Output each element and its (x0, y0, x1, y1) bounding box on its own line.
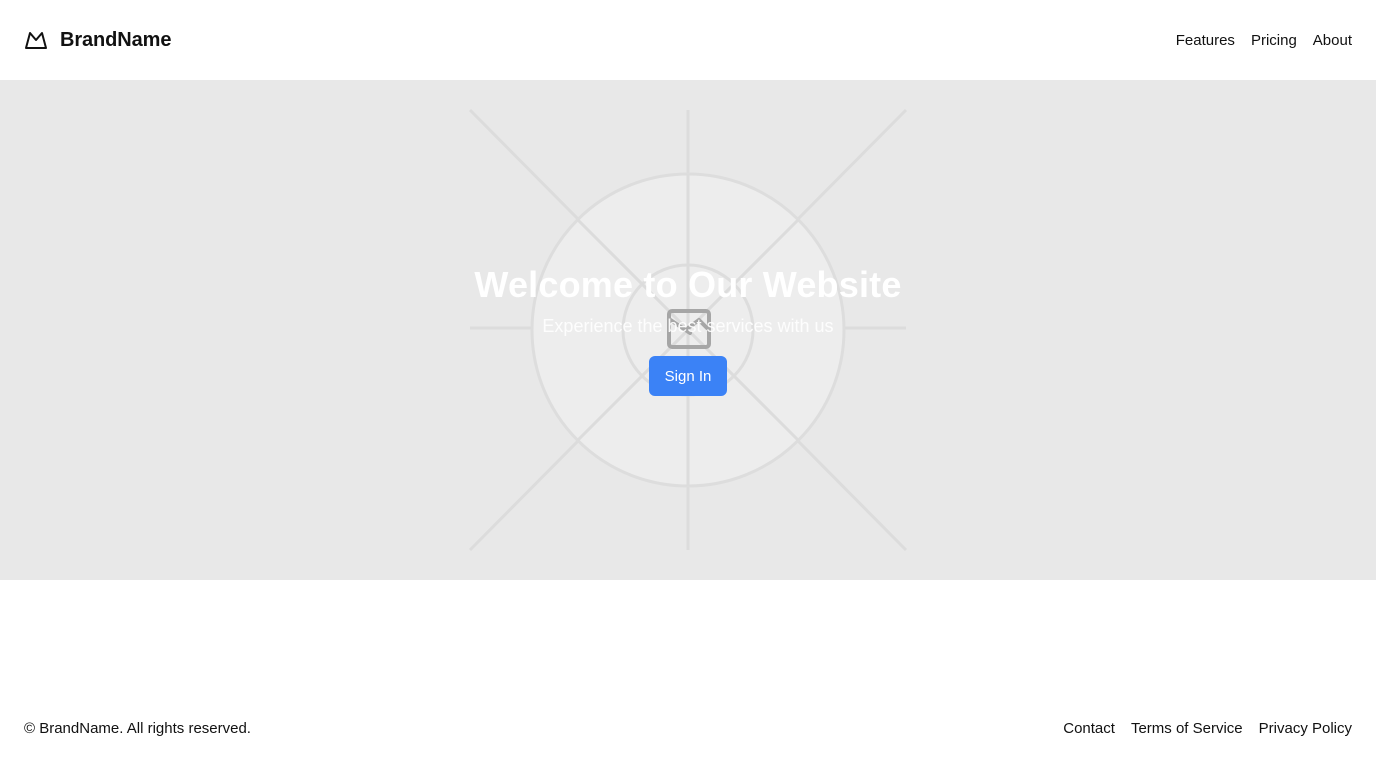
hero-section: Welcome to Our Website Experience the be… (0, 80, 1376, 580)
mountain-icon (24, 28, 48, 52)
nav-link-pricing[interactable]: Pricing (1251, 32, 1297, 49)
main-nav: Features Pricing About (1176, 32, 1352, 49)
hero-subtitle: Experience the best services with us (542, 316, 834, 336)
sign-in-button[interactable]: Sign In (649, 356, 727, 396)
nav-link-about[interactable]: About (1313, 32, 1352, 49)
brand-name: BrandName (60, 28, 172, 51)
hero-content: Welcome to Our Website Experience the be… (0, 80, 1376, 580)
hero-title: Welcome to Our Website (474, 264, 902, 305)
nav-link-features[interactable]: Features (1176, 32, 1235, 49)
footer-link-contact[interactable]: Contact (1063, 720, 1115, 737)
footer-links: Contact Terms of Service Privacy Policy (1063, 720, 1352, 737)
footer-link-privacy[interactable]: Privacy Policy (1259, 720, 1352, 737)
footer-link-terms[interactable]: Terms of Service (1131, 720, 1243, 737)
site-footer: © BrandName. All rights reserved. Contac… (0, 688, 1376, 768)
brand[interactable]: BrandName (24, 28, 171, 52)
site-header: BrandName Features Pricing About (0, 0, 1376, 80)
copyright-text: © BrandName. All rights reserved. (24, 719, 251, 737)
